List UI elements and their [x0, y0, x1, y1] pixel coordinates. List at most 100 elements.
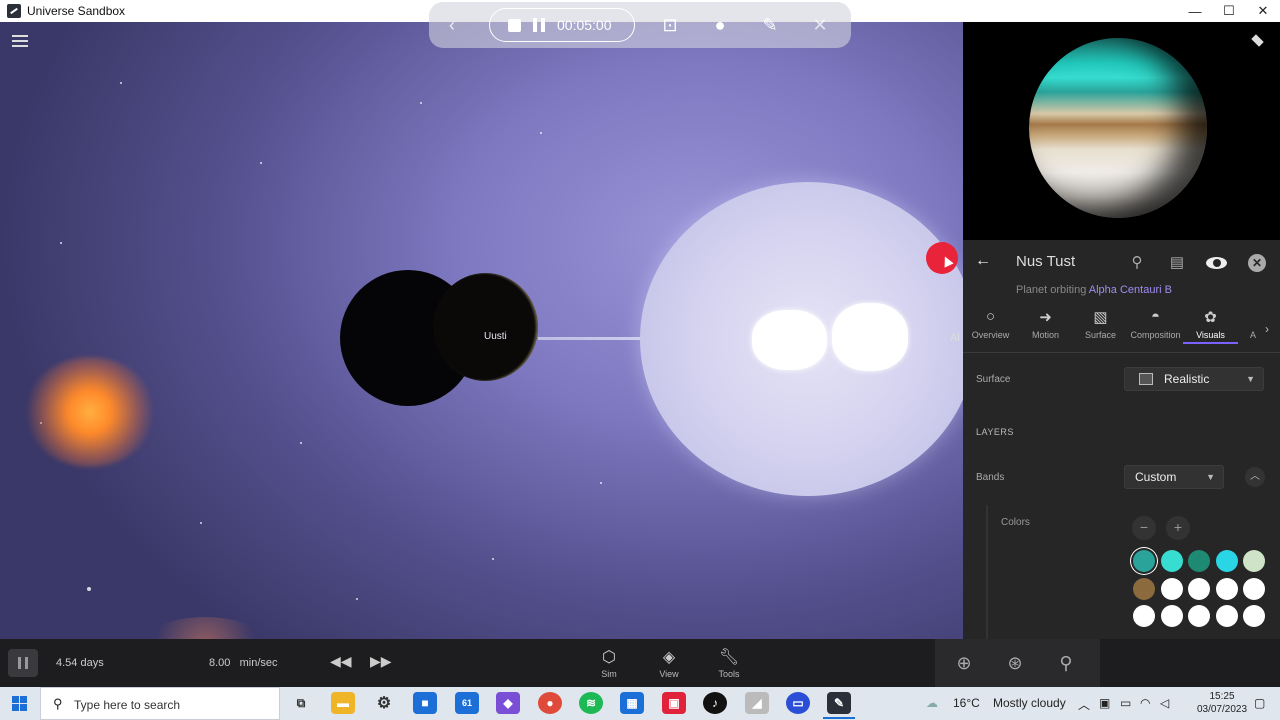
pencil-icon[interactable]: ✎ [745, 2, 795, 48]
chevron-up-icon[interactable]: ︿ [1078, 696, 1090, 713]
fast-forward-icon[interactable]: ▶▶ [370, 653, 392, 670]
color-swatch[interactable] [1215, 577, 1238, 600]
color-swatch[interactable] [1243, 577, 1265, 600]
focus-icon[interactable]: ⊛ [1003, 651, 1027, 675]
tool-label: Tools [718, 669, 740, 679]
search-icon[interactable]: ⚲ [1054, 651, 1078, 675]
rewind-icon[interactable]: ◀◀ [330, 653, 352, 670]
tab-partial[interactable]: A [1238, 308, 1268, 340]
taskbar-clock[interactable]: 15:25 03/07/2023 [1194, 690, 1250, 716]
color-swatch[interactable] [1160, 550, 1183, 572]
close-icon[interactable]: ✕ [1248, 254, 1266, 272]
composition-icon: ◓ [1150, 308, 1161, 325]
search-icon[interactable]: ⚲ [1125, 251, 1149, 275]
color-swatch[interactable] [1215, 550, 1238, 572]
tools-button[interactable]: 🔧︎ Tools [709, 647, 749, 679]
wifi-icon[interactable]: ◠ [1140, 696, 1150, 710]
copilot-icon[interactable]: ◆ [496, 692, 520, 714]
chevron-left-icon[interactable]: ‹ [441, 15, 463, 36]
person-icon[interactable]: ● [695, 2, 745, 48]
color-swatch[interactable] [1133, 605, 1155, 627]
palette-icon: ✿ [1204, 309, 1217, 326]
color-swatch[interactable] [1188, 550, 1210, 572]
add-object-icon[interactable]: ⊕ [952, 651, 976, 675]
layers-icon: ◈ [662, 649, 676, 666]
weather-status[interactable]: Mostly cloudy [993, 696, 1066, 710]
surface-label: Surface [976, 374, 1011, 385]
display-icon[interactable]: ▭ [1120, 696, 1131, 710]
spotify-icon[interactable]: ≋ [579, 692, 603, 714]
pause-simulation-button[interactable] [8, 649, 38, 677]
planet-preview [963, 22, 1280, 240]
tiktok-icon[interactable]: ♪ [703, 692, 727, 714]
object-name[interactable]: Nus Tust [1016, 253, 1075, 270]
back-arrow-icon[interactable]: ← [975, 252, 991, 270]
camera-toggle-icon[interactable]: ⊡ [645, 2, 695, 48]
tab-overview[interactable]: ○ Overview [963, 308, 1018, 340]
color-swatch[interactable] [1133, 577, 1155, 600]
sim-button[interactable]: ⬡ Sim [589, 647, 629, 679]
color-swatch[interactable] [1215, 605, 1238, 627]
tab-label: Surface [1084, 330, 1117, 340]
dark-planet-uusti[interactable] [433, 273, 538, 381]
volume-icon[interactable]: ◁ [1160, 696, 1169, 710]
weather-temperature[interactable]: 16°C [953, 696, 980, 710]
maximize-button[interactable]: ☐ [1212, 0, 1246, 22]
color-swatch[interactable] [1133, 550, 1155, 572]
sim-speed[interactable]: 8.00 min/sec [209, 657, 278, 669]
remove-color-button[interactable]: − [1132, 516, 1156, 540]
universe-sandbox-taskbar-icon[interactable]: ✎ [823, 692, 855, 719]
close-window-button[interactable]: ✕ [1246, 0, 1280, 22]
taskbar-search[interactable]: ⚲ Type here to search [40, 687, 280, 720]
chrome-icon[interactable]: ● [538, 692, 562, 714]
calendar-icon[interactable]: ▦ [620, 692, 644, 714]
color-swatch[interactable] [1243, 550, 1265, 572]
file-explorer-icon[interactable]: ▬ [331, 692, 355, 714]
speed-unit: min/sec [239, 657, 278, 669]
close-recorder-icon[interactable]: ✕ [795, 2, 845, 48]
minimize-button[interactable]: — [1178, 0, 1212, 22]
surface-dropdown[interactable]: Realistic ▼ [1124, 367, 1264, 391]
tab-label: Overview [971, 330, 1010, 340]
layers-icon[interactable] [1250, 34, 1266, 50]
tab-visuals[interactable]: ✿ Visuals [1183, 308, 1238, 344]
tool-label: View [659, 669, 679, 679]
planet-globe[interactable] [1029, 38, 1207, 218]
parent-star-link[interactable]: Alpha Centauri B [1089, 284, 1172, 296]
chevron-right-icon[interactable]: › [1265, 322, 1269, 336]
view-button[interactable]: ◈ View [649, 647, 689, 679]
tab-motion[interactable]: ➜ Motion [1018, 308, 1073, 340]
star-surface-flare [832, 303, 908, 371]
offscreen-label: Al [950, 332, 960, 344]
media-app-icon[interactable]: ▣ [662, 692, 686, 714]
tab-label: Composition [1130, 330, 1181, 340]
color-swatch[interactable] [1243, 605, 1265, 627]
stop-recording-button[interactable] [508, 18, 521, 32]
task-view-icon[interactable]: ⧉ [289, 692, 313, 714]
tab-composition[interactable]: ◓ Composition [1128, 308, 1183, 340]
color-swatch[interactable] [1188, 605, 1210, 627]
add-color-button[interactable]: + [1166, 516, 1190, 540]
tab-surface[interactable]: ▧ Surface [1073, 308, 1128, 340]
bands-dropdown[interactable]: Custom ▼ [1124, 465, 1224, 489]
simulation-viewport[interactable]: Uusti Al [0, 22, 963, 639]
app-icon[interactable]: ◢ [745, 692, 769, 714]
menu-icon[interactable] [12, 35, 28, 47]
settings-icon[interactable]: ⚙ [372, 692, 396, 714]
color-swatch[interactable] [1160, 605, 1183, 627]
distant-star-glow[interactable] [25, 357, 155, 467]
collapse-button[interactable]: ︿ [1245, 467, 1265, 487]
panel-layout-icon[interactable]: ▤ [1165, 251, 1189, 275]
windows-start-icon[interactable] [12, 696, 27, 711]
simulation-bar: 4.54 days 8.00 min/sec ◀◀ ▶▶ ⬡ Sim ◈ Vie… [0, 639, 1280, 687]
notifications-icon[interactable]: ▢ [1254, 696, 1265, 710]
pause-recording-button[interactable] [533, 18, 545, 32]
store-icon[interactable]: ■ [413, 692, 437, 714]
color-swatch[interactable] [1188, 577, 1210, 600]
planet-label[interactable]: Uusti [484, 331, 507, 342]
eye-icon[interactable] [1203, 251, 1231, 275]
recorder-app-icon[interactable]: ▭ [786, 692, 810, 714]
mail-icon[interactable]: 61 [455, 692, 479, 714]
color-swatch[interactable] [1160, 577, 1183, 600]
network-icon[interactable]: ▣ [1099, 696, 1110, 710]
